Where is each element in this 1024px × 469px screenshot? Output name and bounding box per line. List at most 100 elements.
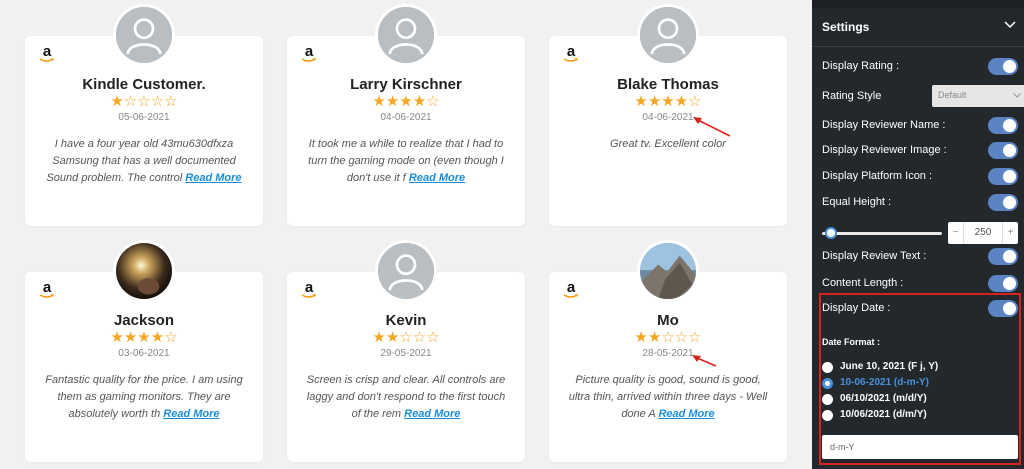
read-more-link[interactable]: Read More (658, 408, 714, 420)
setting-label: Display Rating : (822, 60, 900, 72)
read-more-link[interactable]: Read More (409, 172, 465, 184)
review-card: a Jackson ★★★★☆ 03-06-2021 Fantastic quality… (25, 240, 263, 462)
review-date: 05-06-2021 (118, 112, 170, 123)
review-card: a Mo ★★☆☆☆ 28-05-2021 Picture quality is goo… (549, 240, 787, 462)
display-platform-icon-toggle[interactable] (988, 168, 1018, 185)
reviewer-avatar (637, 4, 699, 66)
star-rating: ★★☆☆☆ (372, 328, 440, 346)
setting-display-rating: Display Rating : (822, 58, 1018, 76)
reviewer-name: Kindle Customer. (82, 76, 206, 93)
reviewer-avatar (113, 4, 175, 66)
read-more-link[interactable]: Read More (404, 408, 460, 420)
date-format-label: 10-06-2021 (d-m-Y) (840, 377, 929, 388)
review-card: a Larry Kirschner ★★★★☆ 04-06-2021 It took m… (287, 4, 525, 226)
rating-style-value: Default (938, 90, 967, 100)
amazon-icon: a (299, 44, 319, 70)
settings-title: Settings (822, 20, 870, 34)
review-text: It took me a while to realize that I had… (303, 136, 509, 187)
chevron-down-icon[interactable] (1004, 20, 1016, 30)
date-format-label: 10/06/2021 (d/m/Y) (840, 409, 927, 420)
star-rating: ★☆☆☆☆ (110, 92, 178, 110)
annotation-arrow-1 (693, 117, 731, 137)
radio-button[interactable] (822, 378, 833, 389)
review-date: 29-05-2021 (380, 348, 432, 359)
reviewer-avatar (375, 4, 437, 66)
panel-top-strip (812, 0, 1024, 8)
read-more-link[interactable]: Read More (185, 172, 241, 184)
reviewer-avatar (375, 240, 437, 302)
setting-display-reviewer-name: Display Reviewer Name : (822, 117, 1018, 135)
radio-button[interactable] (822, 410, 833, 421)
review-text: I have a four year old 43mu630dfxza Sams… (41, 136, 247, 187)
date-format-label: June 10, 2021 (F j, Y) (840, 361, 939, 372)
amazon-letter: a (566, 279, 576, 296)
reviewer-name: Kevin (385, 312, 427, 329)
amazon-letter: a (42, 279, 52, 296)
review-body: It took me a while to realize that I had… (308, 138, 504, 184)
setting-display-platform-icon: Display Platform Icon : (822, 168, 1018, 186)
date-format-input[interactable] (822, 435, 1018, 459)
rating-style-select[interactable]: Default (932, 85, 1024, 107)
review-card: a Blake Thomas ★★★★☆ 04-06-2021 Great tv. Ex… (549, 4, 787, 226)
annotation-arrow-2 (692, 355, 717, 367)
review-text: Great tv. Excellent color (565, 136, 771, 153)
radio-button[interactable] (822, 362, 833, 373)
setting-content-length: Content Length : (822, 275, 1018, 293)
reviewer-avatar (113, 240, 175, 302)
amazon-icon: a (37, 280, 57, 306)
star-rating: ★★★★☆ (634, 92, 702, 110)
display-review-text-toggle[interactable] (988, 248, 1018, 265)
setting-label: Display Platform Icon : (822, 170, 933, 182)
setting-label: Rating Style (822, 90, 882, 102)
review-grid: a Kindle Customer. ★☆☆☆☆ 05-06-2021 I have a… (0, 0, 812, 469)
review-date: 03-06-2021 (118, 348, 170, 359)
review-text: Screen is crisp and clear. All controls … (303, 372, 509, 423)
amazon-letter: a (566, 43, 576, 60)
chevron-down-icon (1013, 93, 1021, 98)
setting-display-reviewer-image: Display Reviewer Image : (822, 142, 1018, 160)
reviewer-name: Mo (657, 312, 679, 329)
date-format-title: Date Format : (822, 337, 881, 347)
review-text: Picture quality is good, sound is good, … (565, 372, 771, 423)
date-format-label: 06/10/2021 (m/d/Y) (840, 393, 927, 404)
setting-label: Display Reviewer Name : (822, 119, 946, 131)
review-date: 04-06-2021 (380, 112, 432, 123)
stepper-minus-button[interactable]: − (948, 222, 964, 244)
review-card: a Kevin ★★☆☆☆ 29-05-2021 Screen is crisp and… (287, 240, 525, 462)
display-reviewer-name-toggle[interactable] (988, 117, 1018, 134)
star-rating: ★★★★☆ (110, 328, 178, 346)
height-slider-thumb[interactable] (825, 227, 837, 239)
reviewer-name: Blake Thomas (617, 76, 719, 93)
amazon-letter: a (304, 43, 314, 60)
setting-display-review-text: Display Review Text : (822, 248, 1018, 266)
setting-label: Display Reviewer Image : (822, 144, 947, 156)
stepper-plus-button[interactable]: + (1002, 222, 1018, 244)
amazon-icon: a (561, 44, 581, 70)
display-reviewer-image-toggle[interactable] (988, 142, 1018, 159)
read-more-link[interactable]: Read More (163, 408, 219, 420)
star-rating: ★★★★☆ (372, 92, 440, 110)
star-rating: ★★☆☆☆ (634, 328, 702, 346)
height-stepper[interactable]: − 250 + (948, 222, 1018, 244)
equal-height-toggle[interactable] (988, 194, 1018, 211)
review-date: 28-05-2021 (642, 348, 694, 359)
reviewer-name: Larry Kirschner (350, 76, 462, 93)
setting-rating-style: Rating Style Default (822, 85, 1024, 107)
reviewer-name: Jackson (113, 312, 175, 329)
display-rating-toggle[interactable] (988, 58, 1018, 75)
divider (812, 46, 1024, 47)
amazon-icon: a (561, 280, 581, 306)
setting-label: Display Review Text : (822, 250, 927, 262)
amazon-icon: a (299, 280, 319, 306)
reviewer-avatar (637, 240, 699, 302)
amazon-icon: a (37, 44, 57, 70)
setting-equal-height: Equal Height : (822, 194, 1018, 212)
content-length-toggle[interactable] (988, 275, 1018, 292)
height-slider-track[interactable] (822, 232, 942, 235)
amazon-letter: a (42, 43, 52, 60)
review-text: Fantastic quality for the price. I am us… (41, 372, 247, 423)
setting-label: Content Length : (822, 277, 904, 289)
review-date: 04-06-2021 (642, 112, 694, 123)
radio-button[interactable] (822, 394, 833, 405)
height-value[interactable]: 250 (964, 222, 1002, 244)
